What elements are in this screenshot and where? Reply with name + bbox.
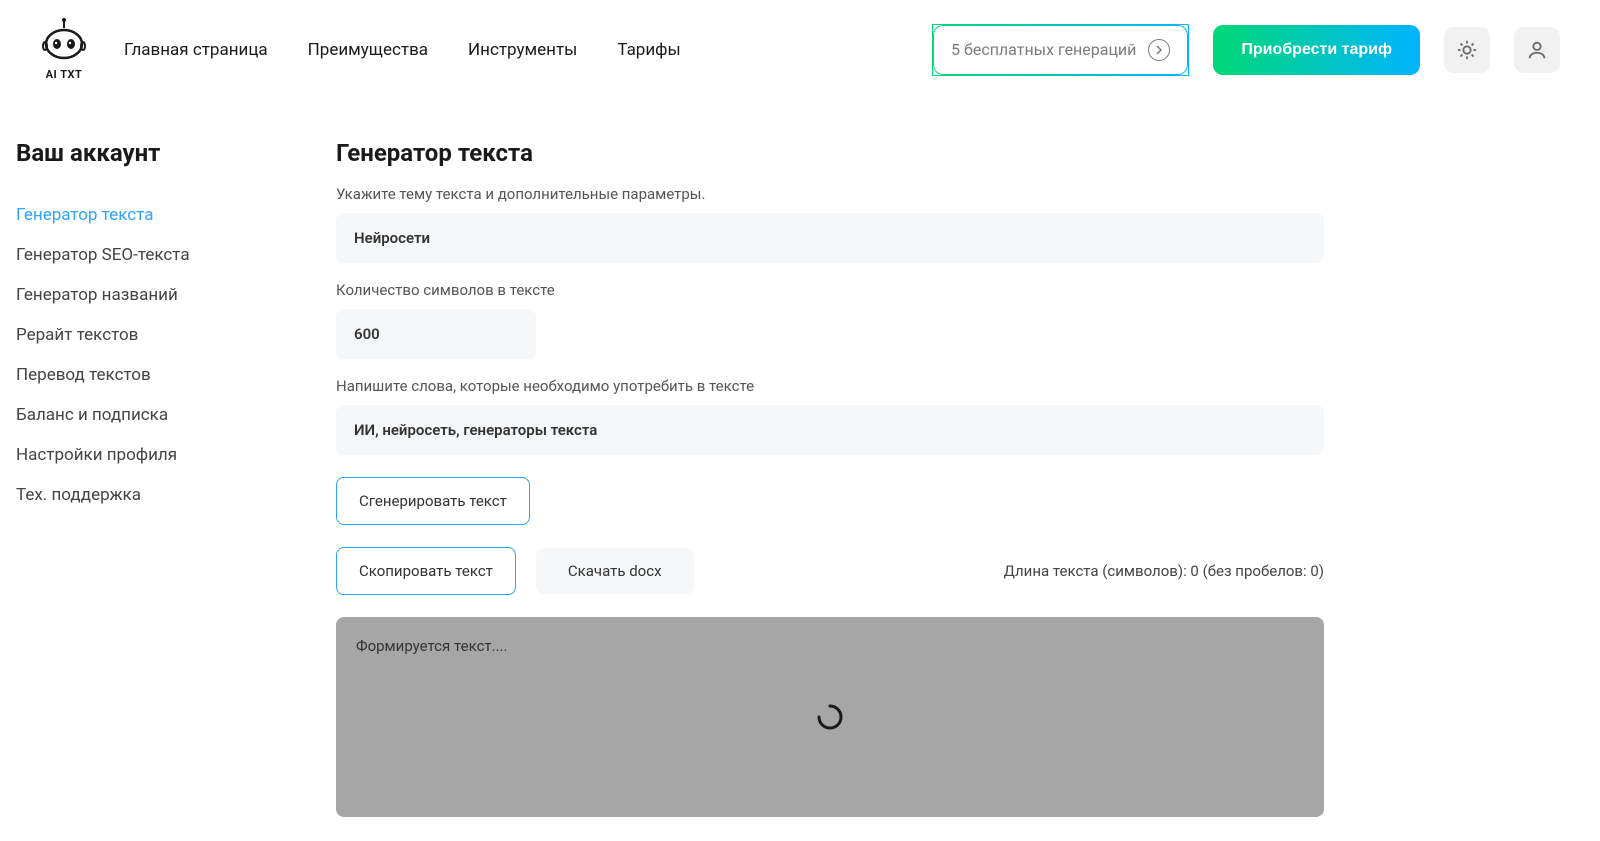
- sidebar-item-rewrite[interactable]: Рерайт текстов: [16, 315, 296, 355]
- download-docx-button[interactable]: Скачать docx: [536, 548, 694, 594]
- sidebar-item-title-generator[interactable]: Генератор названий: [16, 275, 296, 315]
- page-title: Генератор текста: [336, 139, 1324, 167]
- length-indicator: Длина текста (символов): 0 (без пробелов…: [1004, 562, 1324, 580]
- words-input[interactable]: [336, 405, 1324, 455]
- free-generations-button[interactable]: 5 бесплатных генераций: [932, 24, 1189, 76]
- loading-spinner-icon: [816, 703, 844, 731]
- header: AI TXT Главная страница Преимущества Инс…: [0, 0, 1600, 99]
- output-placeholder: Формируется текст....: [356, 637, 507, 655]
- words-label: Напишите слова, которые необходимо употр…: [336, 377, 1324, 395]
- nav-link-home[interactable]: Главная страница: [124, 40, 268, 60]
- logo-text: AI TXT: [46, 68, 83, 81]
- sidebar-title: Ваш аккаунт: [16, 139, 296, 167]
- copy-button[interactable]: Скопировать текст: [336, 547, 516, 595]
- nav-link-tools[interactable]: Инструменты: [468, 40, 577, 60]
- actions-row: Скопировать текст Скачать docx Длина тек…: [336, 547, 1324, 595]
- sidebar: Ваш аккаунт Генератор текста Генератор S…: [16, 139, 296, 817]
- generate-row: Сгенерировать текст: [336, 477, 1324, 525]
- nav-link-pricing[interactable]: Тарифы: [617, 40, 680, 60]
- nav: Главная страница Преимущества Инструмент…: [124, 40, 681, 60]
- chars-label: Количество символов в тексте: [336, 281, 1324, 299]
- sidebar-item-support[interactable]: Тех. поддержка: [16, 475, 296, 515]
- sidebar-item-translate[interactable]: Перевод текстов: [16, 355, 296, 395]
- output-box: Формируется текст....: [336, 617, 1324, 817]
- profile-button[interactable]: [1514, 27, 1560, 73]
- generate-button[interactable]: Сгенерировать текст: [336, 477, 530, 525]
- chars-input[interactable]: [336, 309, 536, 359]
- free-generations-label: 5 бесплатных генераций: [951, 40, 1136, 59]
- sidebar-item-profile-settings[interactable]: Настройки профиля: [16, 435, 296, 475]
- content: Генератор текста Укажите тему текста и д…: [336, 139, 1584, 817]
- topic-label: Укажите тему текста и дополнительные пар…: [336, 185, 1324, 203]
- logo-icon: [40, 18, 88, 66]
- theme-toggle-button[interactable]: [1444, 27, 1490, 73]
- nav-link-advantages[interactable]: Преимущества: [308, 40, 428, 60]
- logo[interactable]: AI TXT: [40, 18, 88, 81]
- chevron-right-icon: [1148, 39, 1170, 61]
- sun-icon: [1456, 39, 1478, 61]
- topic-input[interactable]: [336, 213, 1324, 263]
- sidebar-item-seo-generator[interactable]: Генератор SEO-текста: [16, 235, 296, 275]
- sidebar-item-balance[interactable]: Баланс и подписка: [16, 395, 296, 435]
- sidebar-item-text-generator[interactable]: Генератор текста: [16, 195, 296, 235]
- user-icon: [1526, 39, 1548, 61]
- main: Ваш аккаунт Генератор текста Генератор S…: [0, 99, 1600, 817]
- buy-tariff-button[interactable]: Приобрести тариф: [1213, 25, 1420, 75]
